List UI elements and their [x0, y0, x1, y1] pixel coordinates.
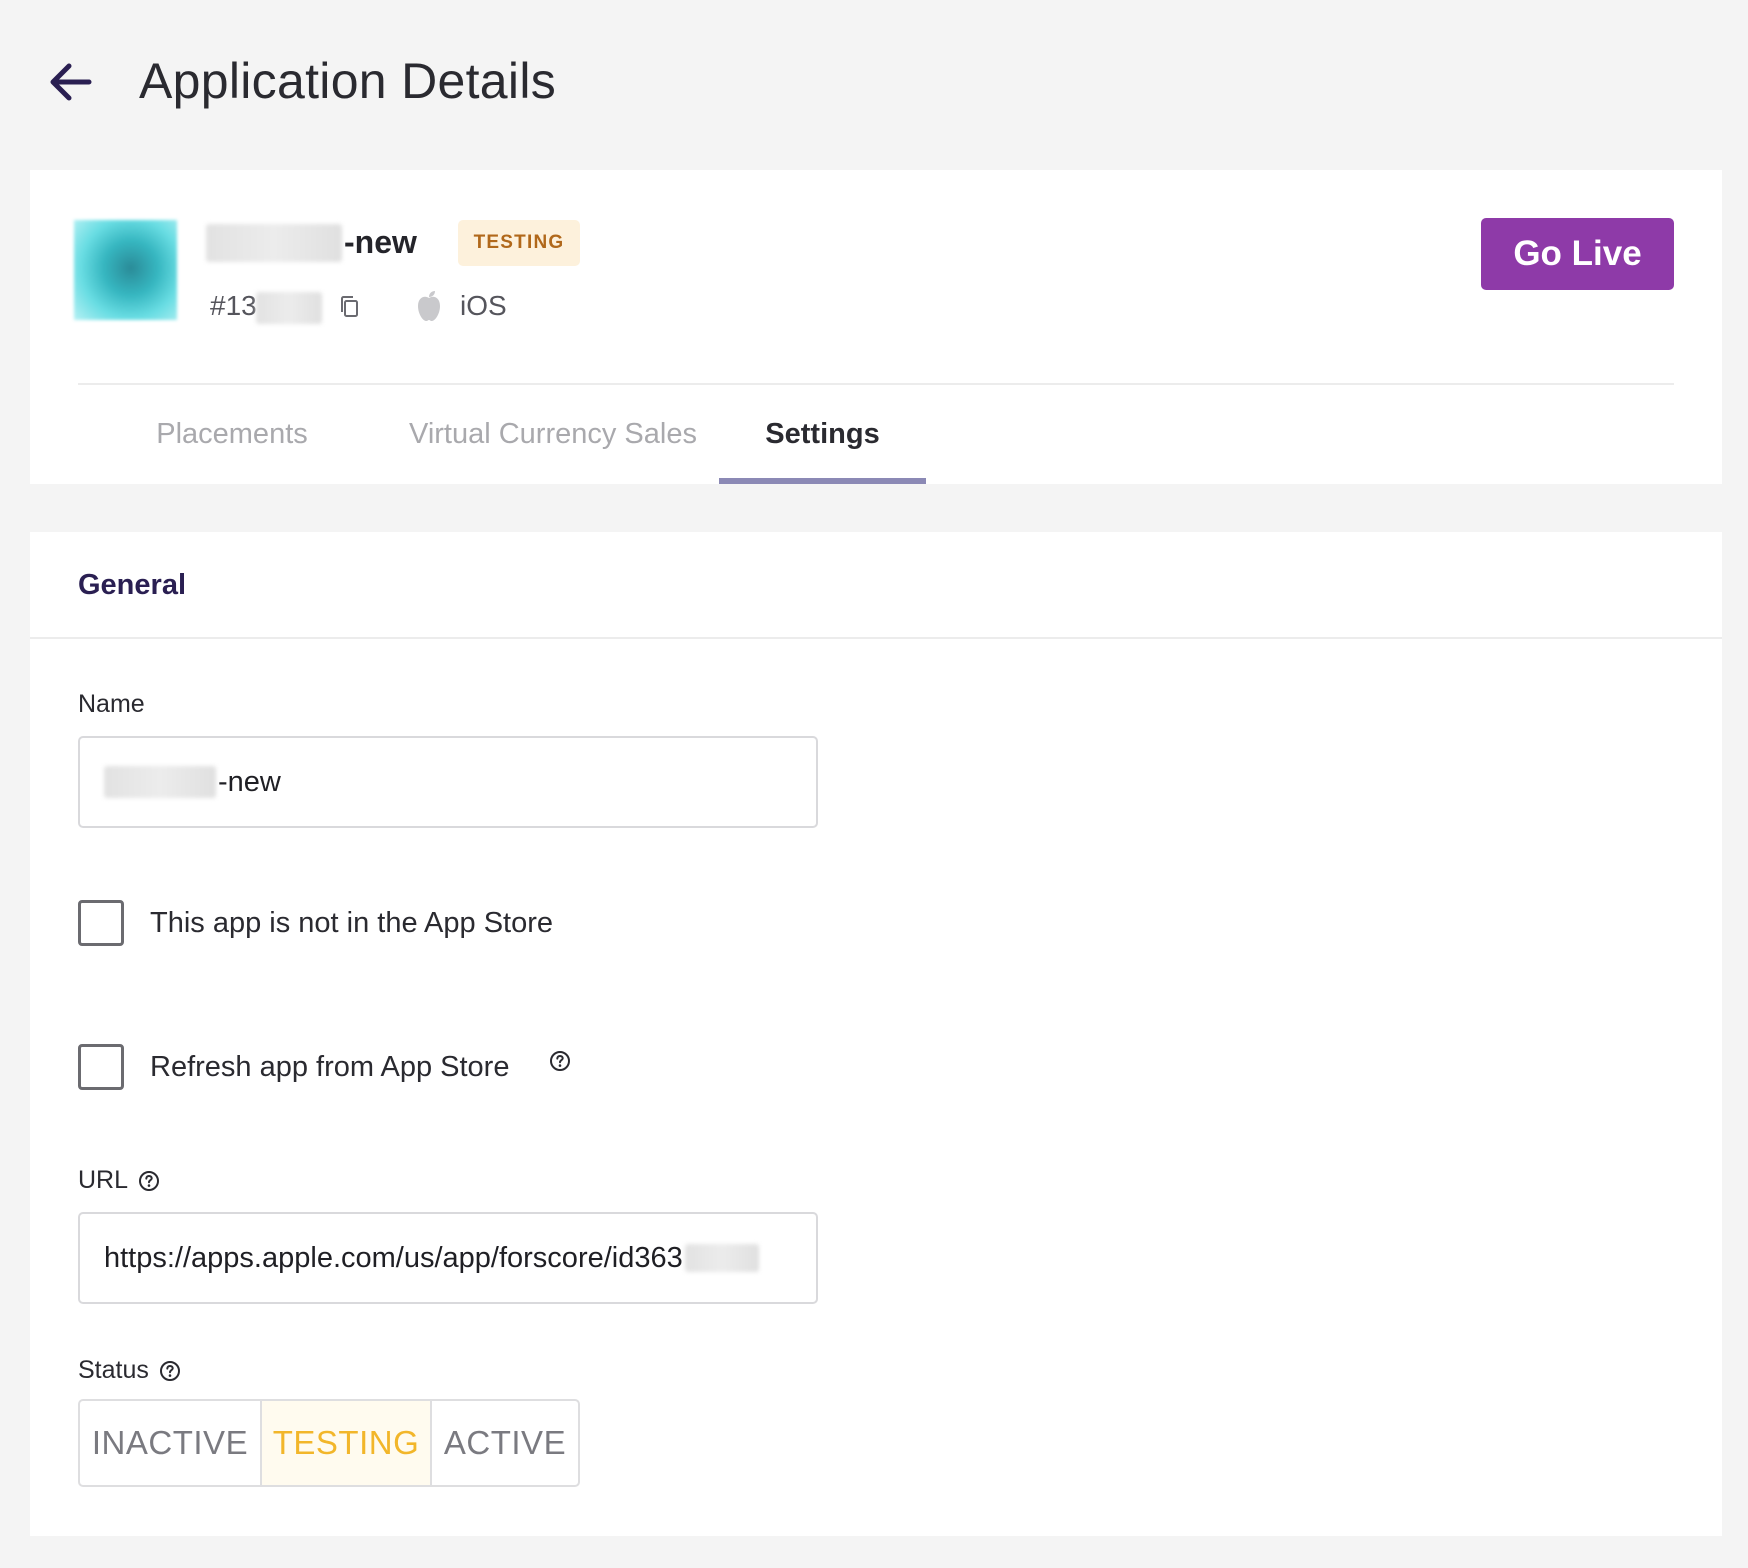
copy-icon [341, 296, 358, 317]
redacted-app-id [256, 292, 322, 324]
not-in-store-checkbox[interactable] [78, 900, 124, 946]
status-badge: TESTING [458, 220, 580, 266]
not-in-store-row: This app is not in the App Store [78, 899, 553, 947]
url-label-text: URL [78, 1166, 129, 1194]
status-option-active[interactable]: ACTIVE [430, 1401, 578, 1485]
page-header: Application Details [0, 0, 1748, 170]
settings-card: General Name -new This app is not in the… [30, 532, 1722, 1536]
tab-placements[interactable]: Placements [118, 385, 346, 484]
help-icon[interactable] [159, 1360, 181, 1382]
status-option-inactive[interactable]: INACTIVE [80, 1401, 260, 1485]
status-label: Status [78, 1356, 181, 1385]
redacted-url [684, 1244, 759, 1272]
refresh-row: Refresh app from App Store [78, 1043, 571, 1091]
platform-label: iOS [460, 290, 507, 321]
arrow-left-icon [50, 63, 92, 101]
app-summary-card: -new TESTING #13 iOS Go Live Placements … [30, 170, 1722, 484]
app-icon [74, 220, 177, 320]
tab-virtual-currency-sales[interactable]: Virtual Currency Sales [370, 385, 736, 484]
refresh-label: Refresh app from App Store [150, 1050, 510, 1083]
redacted-app-name [206, 224, 342, 262]
divider [30, 637, 1722, 639]
tab-settings[interactable]: Settings [719, 385, 926, 484]
section-title: General [78, 569, 186, 601]
help-icon[interactable] [549, 1050, 571, 1072]
name-input-value: -new [218, 765, 281, 798]
status-option-testing[interactable]: TESTING [260, 1401, 430, 1485]
refresh-checkbox[interactable] [78, 1044, 124, 1090]
name-input[interactable]: -new [78, 736, 818, 828]
status-label-text: Status [78, 1356, 149, 1384]
url-input[interactable]: https://apps.apple.com/us/app/forscore/i… [78, 1212, 818, 1304]
not-in-store-label: This app is not in the App Store [150, 906, 554, 939]
page-title: Application Details [139, 53, 557, 109]
apple-icon [412, 288, 446, 324]
help-icon[interactable] [138, 1170, 160, 1192]
tab-bar: Placements Virtual Currency Sales Settin… [30, 385, 1722, 484]
app-id: #13 [210, 290, 257, 321]
copy-id-button[interactable] [335, 292, 365, 322]
name-label: Name [78, 690, 145, 718]
back-button[interactable] [44, 56, 96, 108]
status-segmented-control: INACTIVE TESTING ACTIVE [78, 1399, 580, 1487]
url-input-value: https://apps.apple.com/us/app/forscore/i… [104, 1241, 683, 1274]
url-label: URL [78, 1166, 160, 1195]
redacted-name [104, 766, 216, 798]
app-name: -new [344, 224, 417, 260]
go-live-button[interactable]: Go Live [1481, 218, 1674, 290]
